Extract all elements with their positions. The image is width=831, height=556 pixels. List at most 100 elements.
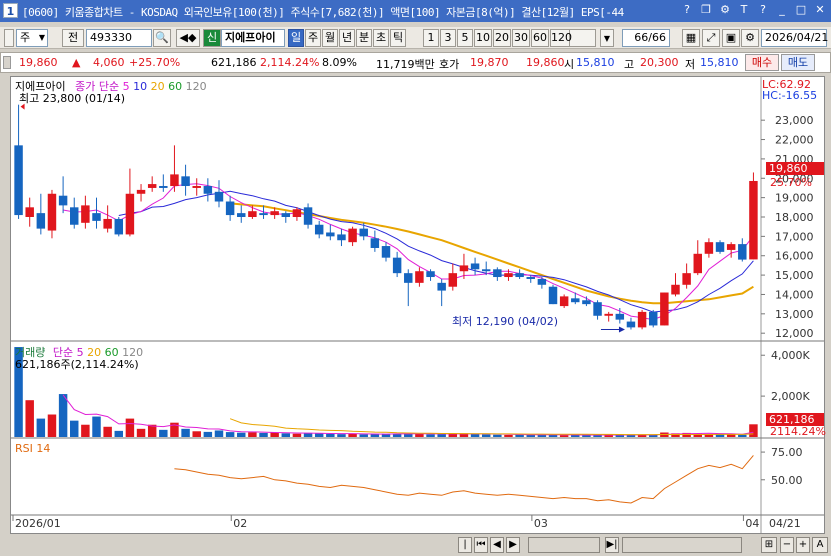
chart-type-value: 주 <box>20 31 31 44</box>
price-tick-label: 23,000 <box>775 114 814 127</box>
candle-body <box>81 205 90 223</box>
period-button-0[interactable]: 일 <box>288 29 304 47</box>
date-input[interactable]: 2026/04/21 <box>761 29 828 47</box>
price-info-bar: 19,860 ▲ 4,060 +25.70% 621,186 2,114.24%… <box>0 52 831 73</box>
search-icon[interactable]: 🔍 <box>153 29 171 47</box>
max-annotation: 최고 23,800 (01/14) <box>19 92 126 105</box>
current-price: 19,860 <box>19 56 58 69</box>
volume-bar <box>192 431 201 437</box>
chevron-down-icon: ▼ <box>38 33 45 42</box>
volume-last-label: 621,186주(2,114.24%) <box>15 358 139 371</box>
interval-button-60[interactable]: 60 <box>531 29 549 47</box>
candle-body <box>125 193 135 235</box>
candle-body <box>92 213 101 221</box>
candle-body <box>370 238 380 248</box>
hc-indicator: HC:-16.55 <box>762 89 818 102</box>
candle-body <box>337 234 346 241</box>
scroll-first-icon[interactable]: ⏮ <box>474 537 488 553</box>
close-icon[interactable]: ✕ <box>813 3 827 17</box>
volume-bar <box>125 418 135 437</box>
volume-bar <box>749 424 758 437</box>
turnover-rate: 8.09% <box>322 56 357 69</box>
scroll-track[interactable] <box>528 537 600 553</box>
chart-area[interactable]: 23,000 22,000 21,000 20,000 19,000 18,000 17,0… <box>10 76 826 534</box>
stock-code-value: 493330 <box>90 31 132 44</box>
interval-dropdown-button[interactable]: ▼ <box>600 29 614 47</box>
candle-body <box>237 213 246 217</box>
zoom-cross-icon[interactable]: ⊞ <box>761 537 777 553</box>
maximize-icon[interactable]: □ <box>794 3 808 17</box>
candle-body <box>136 189 146 194</box>
save-icon[interactable]: ▣ <box>722 29 740 47</box>
price-tick-label: 15,000 <box>775 269 814 282</box>
zoom-tool-icon[interactable]: ⤢ <box>702 29 720 47</box>
candle-body <box>448 273 458 287</box>
candle-body <box>392 257 402 274</box>
candle-body <box>559 296 569 307</box>
settings-icon[interactable]: ⚙ <box>718 3 732 17</box>
interval-button-30[interactable]: 30 <box>512 29 530 47</box>
volume-bar <box>259 432 268 437</box>
candle-body <box>626 321 636 328</box>
restore-icon[interactable]: ❐ <box>699 3 713 17</box>
period-button-3[interactable]: 년 <box>339 29 355 47</box>
volume-bar <box>58 394 68 437</box>
zoom-in-button[interactable]: + <box>796 537 810 553</box>
high-price: 20,300 <box>640 56 679 69</box>
rsi-legend: RSI 14 <box>15 442 51 455</box>
buy-button[interactable]: 매수 <box>745 54 779 71</box>
interval-button-1[interactable]: 1 <box>423 29 439 47</box>
interval-button-5[interactable]: 5 <box>457 29 473 47</box>
scroll-start-icon[interactable]: | <box>458 537 472 553</box>
help-question-icon[interactable]: ? <box>756 3 770 17</box>
price-ma-120: 120 <box>182 80 207 93</box>
sell-button[interactable]: 매도 <box>781 54 815 71</box>
volume-bar <box>738 434 747 437</box>
candle-body <box>671 284 680 295</box>
period-button-5[interactable]: 초 <box>373 29 389 47</box>
gear-icon[interactable]: ⚙ <box>741 29 759 47</box>
drag-handle[interactable] <box>4 29 14 47</box>
candle-body <box>326 232 335 237</box>
tool-strip[interactable] <box>622 537 742 553</box>
auto-scale-button[interactable]: A <box>812 537 828 553</box>
help-icon[interactable]: ? <box>680 3 694 17</box>
speaker-icon[interactable]: ◀◆ <box>176 29 200 47</box>
volume-bar <box>559 435 569 437</box>
zoom-out-button[interactable]: − <box>780 537 794 553</box>
last-pct-tag: 25.70% <box>770 176 812 189</box>
candle-body <box>359 228 368 237</box>
prev-button[interactable]: 전 <box>62 29 84 47</box>
scroll-prev-icon[interactable]: ◀ <box>490 537 504 553</box>
interval-button-120[interactable]: 120 <box>550 29 572 47</box>
chart-svg: 23,00022,00021,00020,00019,00018,00017,0… <box>11 77 824 533</box>
low-price: 15,810 <box>700 56 739 69</box>
grid-icon[interactable]: ▦ <box>682 29 700 47</box>
scroll-end-icon[interactable]: ▶| <box>605 537 619 553</box>
interval-button-3[interactable]: 3 <box>440 29 456 47</box>
candle-body <box>704 242 714 254</box>
chart-type-select[interactable]: 주 ▼ <box>16 29 48 47</box>
price-tick-label: 22,000 <box>775 134 814 147</box>
pin-icon[interactable]: T <box>737 3 751 17</box>
period-button-2[interactable]: 월 <box>322 29 338 47</box>
stock-code-input[interactable]: 493330 <box>86 29 152 47</box>
last-price-tag: 19,860 <box>766 162 824 175</box>
minimize-icon[interactable]: _ <box>775 3 789 17</box>
scroll-next-icon[interactable]: ▶ <box>506 537 520 553</box>
candle-body <box>47 193 57 231</box>
interval-button-10[interactable]: 10 <box>474 29 492 47</box>
period-button-6[interactable]: 틱 <box>390 29 406 47</box>
period-button-1[interactable]: 주 <box>305 29 321 47</box>
candle-body <box>615 313 625 320</box>
candle-body <box>181 176 190 187</box>
candle-body <box>170 174 179 187</box>
candle-body <box>604 313 613 316</box>
candle-body <box>303 207 313 225</box>
interval-button-20[interactable]: 20 <box>493 29 511 47</box>
candle-body <box>36 213 46 229</box>
period-button-4[interactable]: 분 <box>356 29 372 47</box>
volume-bar <box>103 426 112 437</box>
candle-body <box>504 273 513 278</box>
x-tick-label: 2026/01 <box>15 517 61 530</box>
